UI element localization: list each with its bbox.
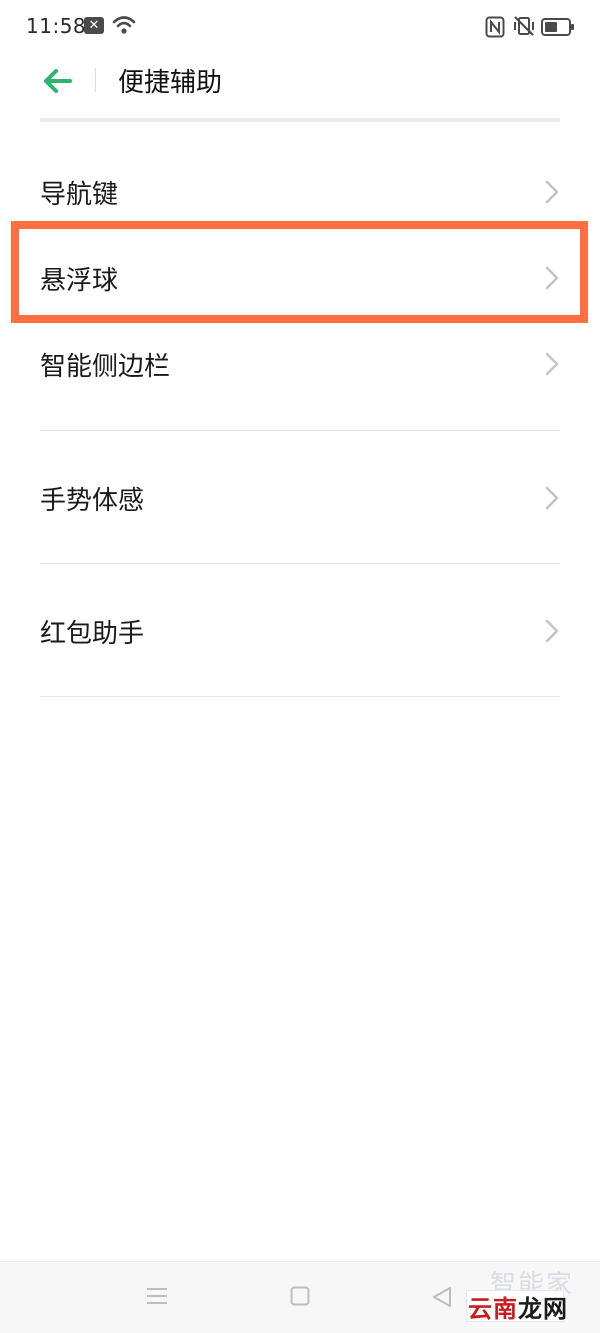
header-rule [40, 118, 560, 122]
watermark-logo: 云南龙网 [468, 1289, 568, 1324]
item-label: 智能侧边栏 [40, 352, 171, 382]
chevron-right-icon [545, 180, 559, 204]
chevron-right-icon [545, 352, 559, 376]
header: 便捷辅助 [0, 56, 600, 116]
list-item-navigation-keys[interactable]: 导航键 [0, 150, 600, 234]
wifi-icon [112, 16, 136, 34]
watermark-dark-text: 龙网 [518, 1295, 568, 1323]
row-divider [40, 696, 560, 697]
nfc-icon [485, 16, 505, 38]
chevron-right-icon [545, 619, 559, 643]
list-item-smart-sidebar[interactable]: 智能侧边栏 [0, 322, 600, 406]
item-label: 导航键 [40, 180, 119, 210]
item-label: 手势体感 [40, 486, 145, 516]
vibrate-off-icon [514, 16, 534, 36]
list-item-gesture-motion[interactable]: 手势体感 [0, 456, 600, 540]
list-item-red-packet-assistant[interactable]: 红包助手 [0, 589, 600, 673]
status-bar: 11:58 ✕ [0, 0, 600, 56]
row-divider [40, 563, 560, 564]
screen: 11:58 ✕ 便捷辅助 导航键 悬浮球 智能侧边栏 手势体感 红包助手 智能家… [0, 0, 600, 1333]
item-label: 红包助手 [40, 619, 145, 649]
chevron-right-icon [545, 266, 559, 290]
list-item-floating-ball[interactable]: 悬浮球 [0, 236, 600, 320]
watermark-red-text: 云南 [468, 1295, 518, 1323]
arrow-left-icon[interactable] [40, 66, 76, 96]
item-label: 悬浮球 [40, 266, 119, 296]
menu-icon[interactable] [146, 1286, 168, 1306]
header-divider [95, 68, 96, 92]
status-time: 11:58 [26, 14, 87, 38]
page-title: 便捷辅助 [118, 68, 223, 98]
row-divider [40, 430, 560, 431]
back-triangle-icon[interactable] [432, 1286, 452, 1308]
notification-x-icon: ✕ [84, 17, 104, 34]
battery-icon [541, 18, 574, 36]
home-icon[interactable] [290, 1286, 310, 1306]
chevron-right-icon [545, 486, 559, 510]
